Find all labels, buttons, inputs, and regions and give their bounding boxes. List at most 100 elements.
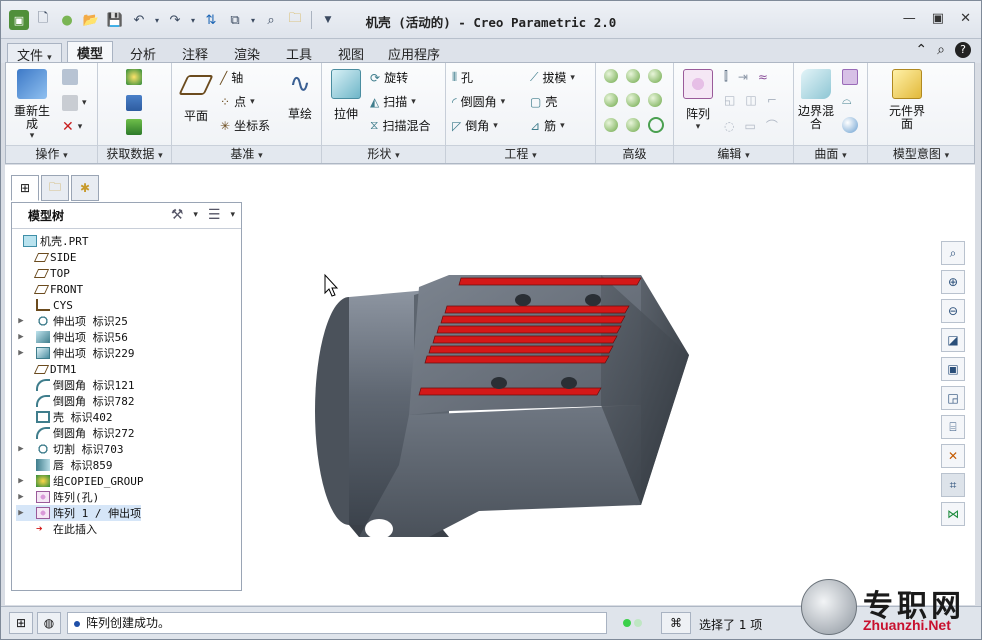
swept-blend-button[interactable]: ⧖ 扫描混合: [370, 117, 430, 134]
tree-item[interactable]: ▶ 组COPIED_GROUP: [16, 473, 143, 489]
spinal-bend-icon[interactable]: [626, 69, 640, 83]
group-label-shapes[interactable]: 形状 ▾: [322, 145, 445, 163]
sweep-button[interactable]: ◭ 扫描 ▾: [370, 93, 416, 110]
tree-item[interactable]: TOP: [16, 265, 70, 281]
boundary-blend-button[interactable]: 边界混合: [798, 69, 834, 131]
pattern-button[interactable]: 阵列 ▾: [680, 69, 716, 132]
copy-geometry-button[interactable]: [126, 95, 142, 111]
tree-item[interactable]: ▶ 伸出项 标识25: [16, 313, 128, 329]
draft-button[interactable]: ⟋ 拔模 ▾: [530, 69, 575, 86]
toggle-browser-icon[interactable]: ◍: [37, 612, 61, 634]
maximize-icon[interactable]: ▣: [932, 11, 944, 26]
wrap-icon[interactable]: [648, 117, 664, 133]
axis-button[interactable]: ╱ 轴: [220, 69, 243, 86]
close-icon[interactable]: ✕: [960, 11, 971, 26]
tab-view[interactable]: 视图: [329, 43, 373, 63]
annotation-display-icon[interactable]: ⌗: [941, 473, 965, 497]
merge-surface-icon[interactable]: ◱: [724, 93, 735, 107]
settings-dropdown-icon[interactable]: ▾: [193, 210, 198, 220]
repaint-icon[interactable]: ◪: [941, 328, 965, 352]
display-style-icon[interactable]: ▣: [941, 357, 965, 381]
component-interface-button[interactable]: 元件界面: [886, 69, 928, 131]
view-manager-icon[interactable]: ⌸: [941, 415, 965, 439]
rib-button[interactable]: ⊿ 筋 ▾: [530, 117, 565, 134]
tree-item[interactable]: SIDE: [16, 249, 77, 265]
tree-item[interactable]: ➔ 在此插入: [16, 521, 97, 537]
settings-tools-icon[interactable]: ⚒: [171, 207, 184, 223]
refit-icon[interactable]: ⌕: [941, 241, 965, 265]
pattern-dropdown-icon[interactable]: ▾: [680, 122, 716, 132]
intersect-icon[interactable]: ⌐: [767, 93, 777, 107]
tab-model-tree[interactable]: ⊞: [11, 175, 39, 201]
tree-item[interactable]: 壳 标识402: [16, 409, 113, 425]
delete-button[interactable]: ✕ ▾: [62, 119, 82, 135]
expand-arrow-icon[interactable]: ▶: [16, 492, 26, 502]
expand-arrow-icon[interactable]: ▶: [16, 508, 26, 518]
tree-item[interactable]: 倒圆角 标识782: [16, 393, 135, 409]
find-icon[interactable]: ⌘: [661, 612, 691, 634]
regenerate-button[interactable]: 重新生成 ▾: [12, 69, 52, 141]
style-button[interactable]: ⌓: [842, 93, 852, 108]
trim-icon[interactable]: ◌: [724, 119, 734, 133]
shell-button[interactable]: ▢ 壳: [530, 93, 557, 110]
tab-tools[interactable]: 工具: [277, 43, 321, 63]
user-defined-feature-button[interactable]: [126, 69, 142, 85]
datum-display-icon[interactable]: ✕: [941, 444, 965, 468]
group-label-model-intent[interactable]: 模型意图 ▾: [868, 145, 974, 163]
regenerate-dropdown-icon[interactable]: ▾: [12, 131, 52, 141]
group-label-operations[interactable]: 操作 ▾: [6, 145, 97, 163]
sketch-button[interactable]: ∿ 草绘: [282, 69, 318, 122]
tweak-icon[interactable]: [626, 118, 640, 132]
tree-item[interactable]: ▶ 伸出项 标识56: [16, 329, 128, 345]
tree-item[interactable]: ▶ 阵列 1 / 伸出项: [16, 505, 142, 521]
search-help-icon[interactable]: ⌕: [937, 42, 945, 58]
tab-render[interactable]: 渲染: [225, 43, 269, 63]
tree-item[interactable]: 倒圆角 标识121: [16, 377, 135, 393]
collapse-ribbon-icon[interactable]: ⌃: [915, 42, 927, 58]
tab-folder-browser[interactable]: 🗀: [41, 175, 69, 201]
tab-annotate[interactable]: 注释: [173, 43, 217, 63]
group-label-engineering[interactable]: 工程 ▾: [446, 145, 595, 163]
freestyle-button[interactable]: [842, 117, 858, 133]
point-button[interactable]: ⁘ 点 ▾: [220, 93, 255, 110]
vbsweep-icon[interactable]: [626, 93, 640, 107]
tree-item[interactable]: 倒圆角 标识272: [16, 425, 135, 441]
group-label-surfaces[interactable]: 曲面 ▾: [794, 145, 867, 163]
tree-item[interactable]: ▶ 切割 标识703: [16, 441, 124, 457]
merge-button[interactable]: [126, 119, 142, 135]
expand-arrow-icon[interactable]: ▶: [16, 348, 26, 358]
tab-applications[interactable]: 应用程序: [379, 43, 449, 63]
tab-file[interactable]: 文件 ▾: [7, 43, 62, 64]
fill-button[interactable]: [842, 69, 858, 85]
expand-arrow-icon[interactable]: ▶: [16, 316, 26, 326]
tree-item[interactable]: FRONT: [16, 281, 83, 297]
ear-icon[interactable]: [648, 69, 662, 83]
tab-model[interactable]: 模型: [67, 41, 114, 63]
show-icon[interactable]: ☰: [208, 207, 221, 223]
blend-icon[interactable]: [648, 93, 662, 107]
tab-favorites[interactable]: ✱: [71, 175, 99, 201]
project-icon[interactable]: ≈: [758, 70, 768, 84]
chamfer-button[interactable]: ◸ 倒角 ▾: [452, 117, 498, 134]
plane-button[interactable]: 平面: [178, 69, 214, 124]
group-label-datum[interactable]: 基准 ▾: [172, 145, 321, 163]
tab-analysis[interactable]: 分析: [121, 43, 165, 63]
flatten-icon[interactable]: [604, 118, 618, 132]
toroidal-bend-icon[interactable]: [604, 69, 618, 83]
tree-item[interactable]: ▶ 伸出项 标识229: [16, 345, 135, 361]
mirror-icon[interactable]: ⫿: [724, 69, 728, 84]
revolve-button[interactable]: ⟳ 旋转: [370, 69, 408, 86]
tree-item[interactable]: ▶ 阵列(孔): [16, 489, 99, 505]
expand-arrow-icon[interactable]: ▶: [16, 476, 26, 486]
hole-button[interactable]: ⫴ 孔: [452, 69, 473, 86]
tree-item[interactable]: 唇 标识859: [16, 457, 113, 473]
paste-button[interactable]: ▾: [62, 95, 87, 111]
graphics-viewport[interactable]: [249, 165, 939, 605]
part-model[interactable]: [315, 275, 689, 539]
csys-button[interactable]: ✳ 坐标系: [220, 117, 270, 134]
spin-center-icon[interactable]: ⋈: [941, 502, 965, 526]
minimize-icon[interactable]: —: [903, 11, 916, 26]
saved-orientations-icon[interactable]: ◲: [941, 386, 965, 410]
tree-item[interactable]: CYS: [16, 297, 73, 313]
group-label-editing[interactable]: 编辑 ▾: [674, 145, 793, 163]
